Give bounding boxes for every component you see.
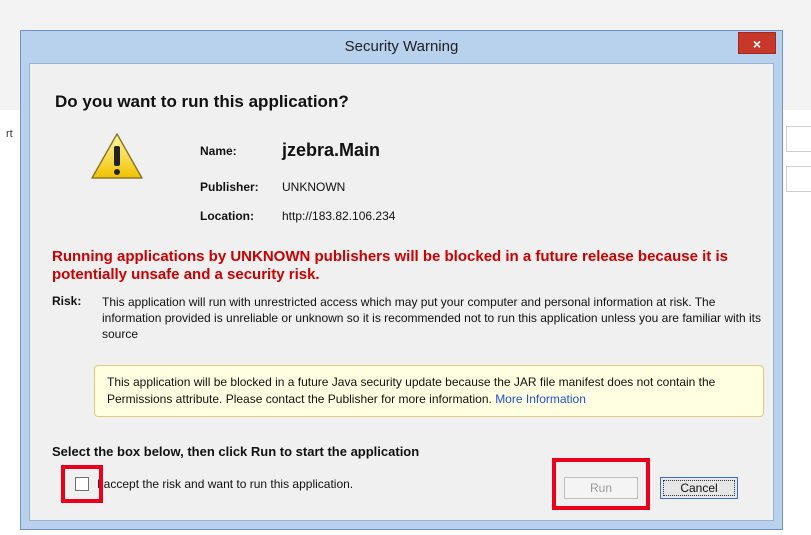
run-highlight-box — [552, 458, 650, 510]
name-value: jzebra.Main — [282, 140, 381, 160]
location-label: Location: — [200, 209, 254, 223]
publisher-value: UNKNOWN — [282, 180, 346, 194]
dialog-title-bar[interactable]: Security Warning × — [21, 31, 782, 63]
security-warning-dialog: Security Warning × Do you want to run th… — [20, 30, 783, 530]
cancel-button[interactable]: Cancel — [660, 477, 738, 499]
notice-text: This application will be blocked in a fu… — [107, 375, 716, 406]
dialog-heading: Do you want to run this application? — [55, 92, 349, 111]
publisher-label: Publisher: — [200, 180, 259, 194]
select-instruction: Select the box below, then click Run to … — [52, 444, 420, 459]
background-text-fragment: rt — [6, 128, 13, 140]
more-information-link[interactable]: More Information — [495, 392, 586, 406]
close-icon: × — [752, 36, 762, 52]
background-input-field — [786, 166, 811, 192]
unknown-publisher-warning: Running applications by UNKNOWN publishe… — [52, 248, 728, 283]
close-button[interactable]: × — [738, 32, 776, 54]
background-input-field — [786, 126, 811, 152]
warning-triangle-icon — [91, 133, 143, 179]
location-value: http://183.82.106.234 — [282, 209, 396, 223]
risk-label: Risk: — [52, 294, 82, 308]
dialog-body: Do you want to run this application? Nam… — [29, 63, 774, 521]
name-label: Name: — [200, 144, 237, 158]
checkbox-highlight-box — [61, 465, 103, 503]
permissions-notice: This application will be blocked in a fu… — [94, 365, 764, 417]
accept-risk-label[interactable]: I accept the risk and want to run this a… — [97, 477, 353, 491]
risk-description: This application will run with unrestric… — [102, 295, 761, 341]
dialog-title: Security Warning — [344, 38, 459, 55]
